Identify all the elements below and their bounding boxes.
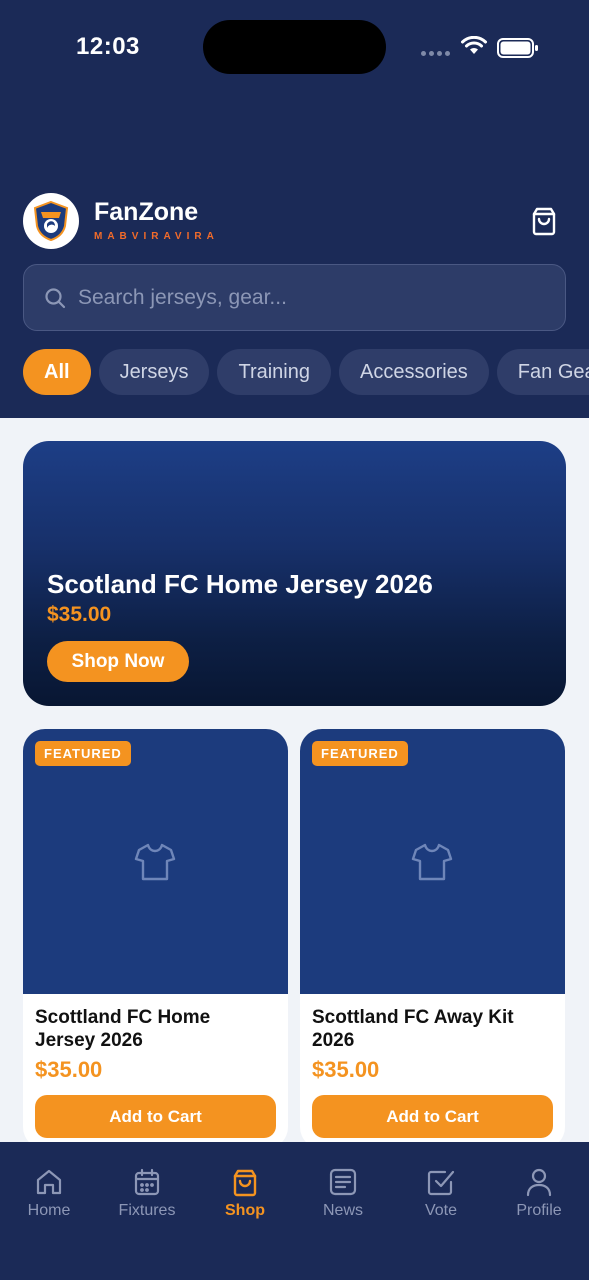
shopping-bag-icon (532, 207, 556, 236)
tab-label: Vote (424, 1202, 458, 1219)
hero-banner[interactable]: Scotland FC Home Jersey 2026 $35.00 Shop… (23, 441, 566, 706)
product-price: $35.00 (35, 1057, 103, 1082)
search-bar[interactable] (23, 264, 566, 331)
brand-tagline: MABVIRAVIRA (94, 231, 219, 242)
newspaper-icon (329, 1168, 357, 1196)
tab-vote[interactable]: Vote (392, 1166, 490, 1226)
product-title: Scottland FC Away Kit 2026 (312, 1007, 514, 1051)
search-input[interactable] (78, 265, 548, 330)
tab-label: News (322, 1202, 363, 1219)
user-icon (526, 1168, 552, 1197)
status-time: 12:03 (76, 33, 140, 60)
product-image[interactable]: FEATURED (23, 729, 288, 994)
chip-training[interactable]: Training (217, 349, 331, 395)
tab-news[interactable]: News (294, 1166, 392, 1226)
crest-icon (33, 200, 69, 242)
search-icon (45, 288, 66, 309)
tab-label: Shop (225, 1202, 265, 1219)
category-chips: AllJerseysTrainingAccessoriesFan Gear (23, 349, 589, 395)
tab-label: Fixtures (118, 1202, 176, 1219)
header: 12:03 FanZone MABVIRAVIRA Search jerseys… (0, 0, 589, 418)
product-image[interactable]: FEATURED (300, 729, 565, 994)
product-card[interactable]: FEATURED Scottland FC Away Kit 2026 $35.… (300, 729, 565, 1149)
tab-profile[interactable]: Profile (490, 1166, 588, 1226)
featured-badge: FEATURED (312, 741, 408, 766)
featured-badge: FEATURED (35, 741, 131, 766)
wifi-icon (461, 36, 487, 54)
checkbox-icon (427, 1170, 455, 1196)
brand-name: FanZone (94, 198, 199, 226)
hero-title: Scotland FC Home Jersey 2026 (47, 569, 433, 599)
chip-jerseys[interactable]: Jerseys (98, 349, 210, 395)
product-title: Scottland FC Home Jersey 2026 (35, 1007, 211, 1051)
shop-now-button[interactable]: Shop Now (47, 641, 189, 682)
tab-home[interactable]: Home (0, 1166, 98, 1226)
calendar-icon (134, 1168, 160, 1196)
chip-accessories[interactable]: Accessories (338, 349, 489, 395)
tab-label: Profile (516, 1202, 562, 1219)
battery-icon (497, 38, 538, 58)
shirt-icon (411, 843, 453, 881)
tab-label: Home (27, 1202, 71, 1219)
shirt-icon (134, 843, 176, 881)
home-icon (36, 1169, 62, 1195)
bottom-tab-bar: Home Fixtures Shop News Vote Profile (0, 1142, 589, 1280)
cellular-signal-icon (421, 51, 451, 57)
product-price: $35.00 (312, 1057, 380, 1082)
chip-fan-gear[interactable]: Fan Gear (496, 349, 589, 395)
product-card[interactable]: FEATURED Scottland FC Home Jersey 2026 $… (23, 729, 288, 1149)
tab-fixtures[interactable]: Fixtures (98, 1166, 196, 1226)
add-to-cart-button[interactable]: Add to Cart (35, 1095, 276, 1138)
chip-all[interactable]: All (23, 349, 91, 395)
hero-price: $35.00 (47, 603, 112, 626)
add-to-cart-button[interactable]: Add to Cart (312, 1095, 553, 1138)
cart-button[interactable] (526, 203, 562, 239)
tab-shop[interactable]: Shop (196, 1166, 294, 1226)
shopping-bag-icon (233, 1169, 257, 1197)
dynamic-island (203, 20, 386, 74)
brand-logo[interactable] (23, 193, 79, 249)
